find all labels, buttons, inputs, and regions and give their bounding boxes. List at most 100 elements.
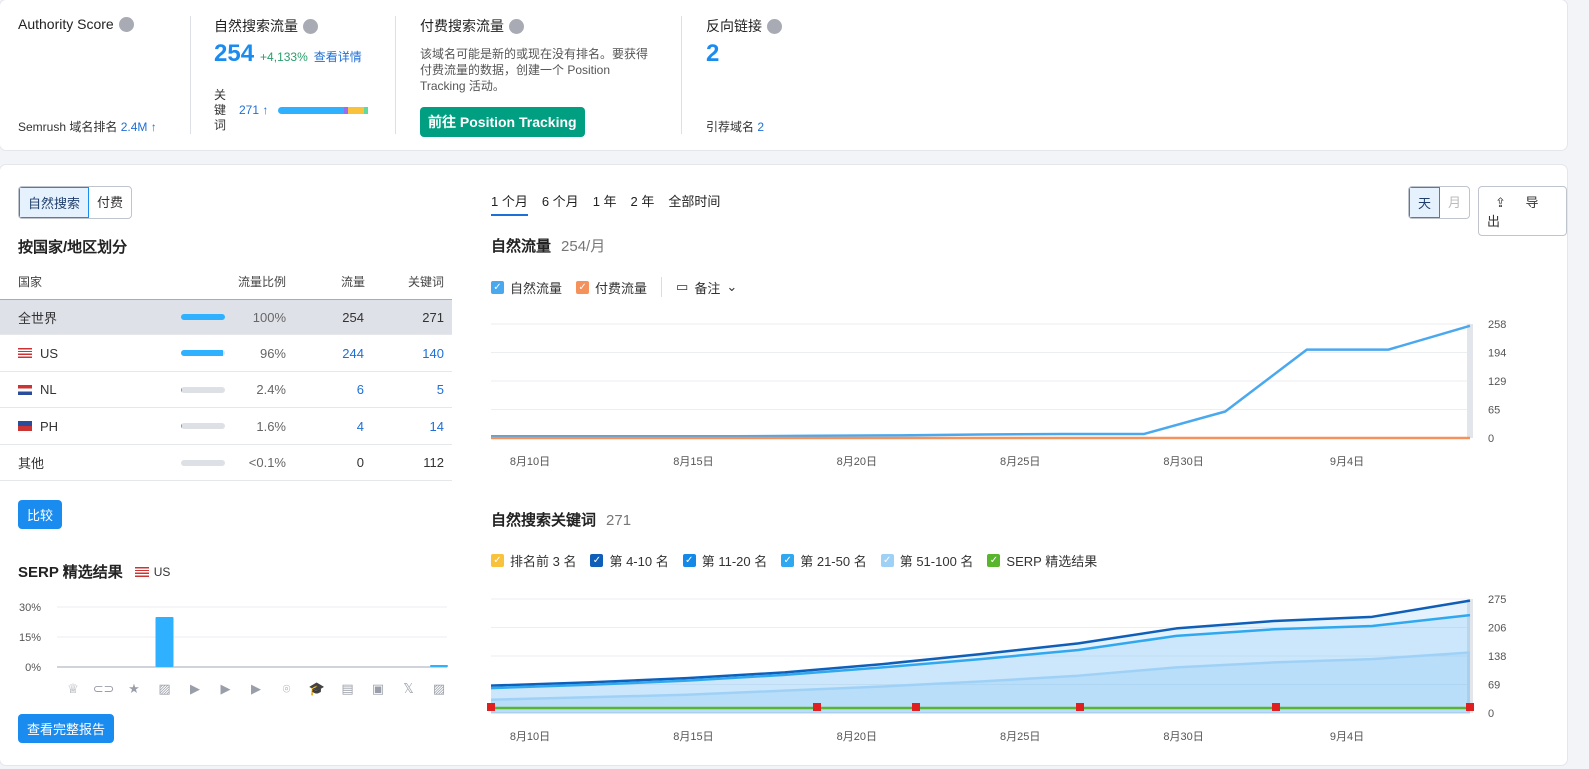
keywords-chart: 0 69 138 206 275 8月10日 8月15日 8月20日 8月25日 8月30日 9月4… [487, 594, 1506, 743]
keywords-value[interactable]: 271 ↑ [239, 103, 268, 117]
share-bar [181, 350, 225, 356]
legend-label: SERP 精选结果 [1006, 554, 1098, 569]
tab-2-years[interactable]: 2 年 [631, 194, 655, 214]
info-icon[interactable] [303, 18, 318, 34]
us-flag-icon [18, 348, 32, 358]
paid-message: 该域名可能是新的或现在没有排名。要获得付费流量的数据，创建一个 Position… [420, 47, 649, 93]
col-traffic[interactable]: 流量 [341, 273, 365, 290]
x-tick-label: 9月4日 [1330, 456, 1364, 468]
main-panel: 自然搜索 付费 按国家/地区划分 国家 流量比例 流量 关键词 全世界 100% 25… [0, 165, 1567, 765]
note-marker [912, 703, 920, 711]
country-row[interactable]: 其他 <0.1% 0 112 [0, 445, 452, 481]
note-marker [813, 703, 821, 711]
col-share[interactable]: 流量比例 [238, 273, 286, 290]
traffic-chart-value: 254/月 [561, 238, 606, 255]
country-name: NL [40, 382, 57, 397]
country-table-header: 国家 流量比例 流量 关键词 [0, 273, 452, 299]
kpi-title: 付费搜索流量 [420, 18, 504, 34]
image-icon: ▨ [158, 681, 170, 696]
notes-dropdown[interactable]: ▭ 备注 ⌄ [676, 278, 737, 297]
country-row[interactable]: NL 2.4% 6 5 [0, 372, 452, 408]
knowledge-icon: 🎓 [309, 681, 325, 696]
share-value: 1.6% [256, 418, 286, 434]
traffic-value[interactable]: 244 [342, 346, 364, 361]
backlinks-kpi: 反向链接 2 引荐域名 2 [706, 16, 906, 134]
legend-paid[interactable]: ✓ 付费流量 [576, 278, 647, 297]
tab-1-month[interactable]: 1 个月 [491, 194, 528, 216]
legend-item[interactable]: ✓ 第 4-10 名 [590, 551, 669, 570]
country-row[interactable]: US 96% 244 140 [0, 336, 452, 372]
toggle-month[interactable]: 月 [1440, 187, 1469, 218]
tab-1-year[interactable]: 1 年 [593, 194, 617, 214]
export-button[interactable]: ⇪ 导出 [1478, 186, 1567, 236]
traffic-chart-title: 自然流量 [491, 238, 552, 255]
legend-label: 第 11-20 名 [701, 554, 768, 569]
traffic-value[interactable]: 4 [357, 419, 364, 434]
y-tick-label: 194 [1488, 348, 1506, 360]
legend-item[interactable]: ✓ SERP 精选结果 [987, 551, 1097, 570]
y-tick-label: 138 [1488, 651, 1506, 663]
toggle-paid[interactable]: 付费 [89, 187, 131, 218]
legend-organic[interactable]: ✓ 自然流量 [491, 278, 562, 297]
hover-marker [1467, 324, 1473, 438]
compare-button[interactable]: 比较 [18, 500, 63, 529]
ref-domains-value[interactable]: 2 [757, 120, 764, 134]
country-name: PH [40, 418, 59, 434]
serp-country[interactable]: US [154, 565, 171, 579]
x-tick-label: 8月30日 [1163, 731, 1203, 743]
position-tracking-button[interactable]: 前往 Position Tracking [420, 107, 585, 137]
y-tick-label: 129 [1488, 376, 1506, 388]
legend-item[interactable]: ✓ 排名前 3 名 [491, 551, 576, 570]
y-tick-label: 69 [1488, 680, 1500, 692]
share-value: 100% [252, 309, 286, 325]
full-report-button[interactable]: 查看完整报告 [18, 714, 115, 743]
keywords-chart-value: 271 [606, 512, 632, 529]
legend-item[interactable]: ✓ 第 11-20 名 [682, 551, 768, 570]
kpi-panel: Authority Score Semrush 域名排名 2.4M ↑ 自然搜索… [0, 0, 1567, 150]
country-row[interactable]: PH 1.6% 4 14 [0, 409, 452, 445]
share-value: 2.4% [256, 382, 286, 397]
x-tick-label: 8月15日 [673, 731, 713, 743]
keywords-value[interactable]: 5 [437, 382, 444, 397]
info-icon[interactable] [767, 18, 782, 34]
note-marker [487, 703, 495, 711]
y-tick-label: 30% [19, 602, 41, 614]
us-flag-icon [134, 566, 149, 577]
backlinks-value[interactable]: 2 [706, 40, 906, 68]
country-name: 全世界 [18, 310, 58, 326]
legend-item[interactable]: ✓ 第 51-100 名 [880, 551, 973, 570]
twitter-icon: 𝕏 [403, 681, 413, 696]
legend-label: 排名前 3 名 [510, 554, 577, 569]
keywords-value[interactable]: 14 [430, 419, 444, 434]
country-name: US [40, 345, 59, 361]
keywords-value[interactable]: 140 [422, 346, 444, 361]
x-tick-label: 8月10日 [510, 456, 550, 468]
traffic-legend: ✓ 自然流量 ✓ 付费流量 ▭ 备注 ⌄ [491, 277, 751, 297]
toggle-day[interactable]: 天 [1409, 187, 1441, 218]
serp-title: SERP 精选结果 [18, 564, 123, 581]
tab-6-months[interactable]: 6 个月 [542, 194, 579, 214]
x-tick-label: 8月15日 [673, 456, 713, 468]
country-row[interactable]: 全世界 100% 254 271 [0, 299, 452, 335]
toggle-organic[interactable]: 自然搜索 [19, 187, 90, 218]
image-pack-icon: ▨ [433, 681, 445, 696]
featured-video-icon: ▶ [221, 681, 231, 696]
kpi-title: 反向链接 [706, 18, 762, 34]
tab-all-time[interactable]: 全部时间 [668, 194, 720, 214]
traffic-value[interactable]: 6 [357, 382, 364, 397]
serp-bar [430, 665, 448, 667]
rank-value[interactable]: 2.4M ↑ [121, 120, 157, 134]
info-icon[interactable] [118, 16, 134, 32]
legend-item[interactable]: ✓ 第 21-50 名 [781, 551, 867, 570]
jobs-icon: ▣ [372, 681, 384, 696]
col-keywords[interactable]: 关键词 [408, 273, 444, 290]
details-link[interactable]: 查看详情 [314, 48, 362, 65]
note-marker [1466, 703, 1474, 711]
country-name: 其他 [18, 456, 45, 471]
share-value: 96% [259, 345, 286, 361]
x-tick-label: 8月10日 [510, 731, 550, 743]
y-tick-label: 0 [1488, 708, 1494, 720]
info-icon[interactable] [509, 18, 524, 34]
organic-traffic-value[interactable]: 254 [214, 40, 254, 68]
reviews-icon: ★ [128, 681, 140, 696]
